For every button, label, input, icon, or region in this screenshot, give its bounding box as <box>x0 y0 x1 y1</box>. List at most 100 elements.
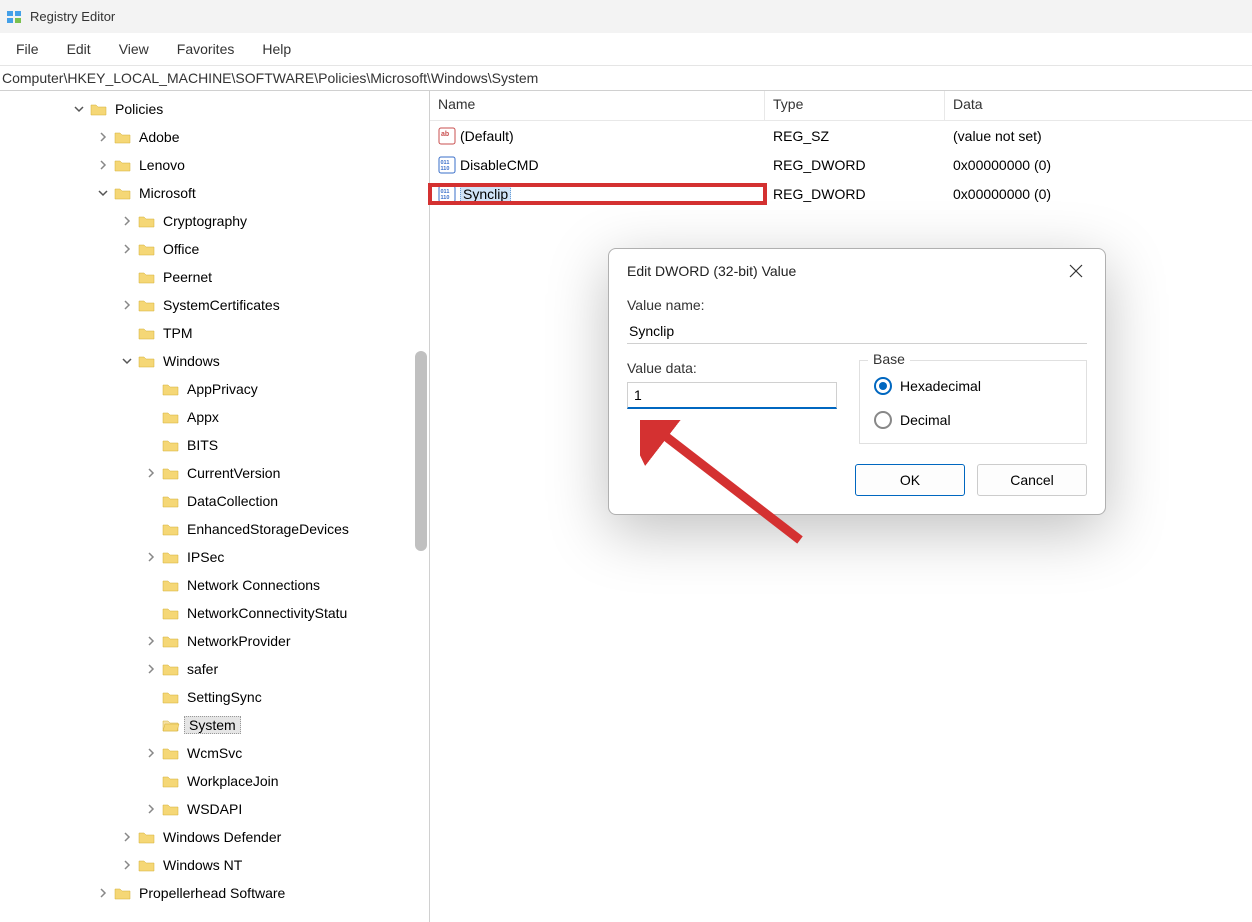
folder-icon <box>138 326 156 340</box>
value-data-field[interactable] <box>627 382 837 409</box>
tree-label: Appx <box>184 408 222 426</box>
tree-item-bits[interactable]: BITS <box>0 431 429 459</box>
tree-item-windows-nt[interactable]: Windows NT <box>0 851 429 879</box>
tree-item-windows-defender[interactable]: Windows Defender <box>0 823 429 851</box>
tree-item-lenovo[interactable]: Lenovo <box>0 151 429 179</box>
tree-item-appx[interactable]: Appx <box>0 403 429 431</box>
tree-label: NetworkProvider <box>184 632 293 650</box>
tree-item-networkprovider[interactable]: NetworkProvider <box>0 627 429 655</box>
chevron-right-icon[interactable] <box>144 550 158 564</box>
chevron-right-icon[interactable] <box>120 242 134 256</box>
tree-label: WcmSvc <box>184 744 245 762</box>
tree-label: CurrentVersion <box>184 464 283 482</box>
folder-icon <box>114 886 132 900</box>
value-data-cell: 0x00000000 (0) <box>945 186 1252 202</box>
value-name-cell: (Default) <box>430 127 765 145</box>
folder-icon <box>162 746 180 760</box>
dialog-close-button[interactable] <box>1065 260 1087 282</box>
tree-item-propellerhead-software[interactable]: Propellerhead Software <box>0 879 429 907</box>
tree-item-wsdapi[interactable]: WSDAPI <box>0 795 429 823</box>
chevron-down-icon[interactable] <box>96 186 110 200</box>
tree-item-windows[interactable]: Windows <box>0 347 429 375</box>
chevron-right-icon[interactable] <box>144 634 158 648</box>
chevron-right-icon[interactable] <box>120 298 134 312</box>
menu-help[interactable]: Help <box>248 41 305 57</box>
folder-icon <box>138 830 156 844</box>
radio-decimal[interactable]: Decimal <box>874 411 1072 429</box>
value-name-text: DisableCMD <box>460 157 539 173</box>
value-row[interactable]: (Default)REG_SZ(value not set) <box>430 121 1252 150</box>
tree-item-peernet[interactable]: Peernet <box>0 263 429 291</box>
tree-label: SystemCertificates <box>160 296 283 314</box>
tree-label: Microsoft <box>136 184 199 202</box>
value-row[interactable]: SynclipREG_DWORD0x00000000 (0) <box>430 179 1252 208</box>
chevron-right-icon[interactable] <box>96 886 110 900</box>
edit-dword-dialog: Edit DWORD (32-bit) Value Value name: Va… <box>608 248 1106 515</box>
menu-file[interactable]: File <box>2 41 53 57</box>
tree-item-safer[interactable]: safer <box>0 655 429 683</box>
folder-icon <box>114 130 132 144</box>
folder-icon <box>138 214 156 228</box>
ok-button[interactable]: OK <box>855 464 965 496</box>
tree-item-cryptography[interactable]: Cryptography <box>0 207 429 235</box>
tree-item-currentversion[interactable]: CurrentVersion <box>0 459 429 487</box>
chevron-down-icon[interactable] <box>72 102 86 116</box>
col-header-data[interactable]: Data <box>945 91 1252 120</box>
chevron-right-icon[interactable] <box>144 746 158 760</box>
value-name-field[interactable] <box>627 319 1087 344</box>
tree-label: safer <box>184 660 221 678</box>
tree-label: NetworkConnectivityStatu <box>184 604 350 622</box>
folder-icon <box>138 354 156 368</box>
radio-hexadecimal[interactable]: Hexadecimal <box>874 377 1072 395</box>
value-row[interactable]: DisableCMDREG_DWORD0x00000000 (0) <box>430 150 1252 179</box>
address-bar[interactable]: Computer\HKEY_LOCAL_MACHINE\SOFTWARE\Pol… <box>0 66 1252 91</box>
tree-item-microsoft[interactable]: Microsoft <box>0 179 429 207</box>
tree-item-adobe[interactable]: Adobe <box>0 123 429 151</box>
tree-item-network-connections[interactable]: Network Connections <box>0 571 429 599</box>
app-title: Registry Editor <box>30 9 115 24</box>
values-header: Name Type Data <box>430 91 1252 121</box>
menu-favorites[interactable]: Favorites <box>163 41 249 57</box>
chevron-right-icon[interactable] <box>144 466 158 480</box>
tree-item-wcmsvc[interactable]: WcmSvc <box>0 739 429 767</box>
tree-item-policies[interactable]: Policies <box>0 95 429 123</box>
folder-icon <box>162 662 180 676</box>
chevron-right-icon[interactable] <box>144 662 158 676</box>
title-bar: Registry Editor <box>0 0 1252 33</box>
tree-label: DataCollection <box>184 492 281 510</box>
menu-edit[interactable]: Edit <box>53 41 105 57</box>
chevron-right-icon[interactable] <box>96 158 110 172</box>
chevron-right-icon[interactable] <box>144 802 158 816</box>
chevron-down-icon[interactable] <box>120 354 134 368</box>
tree-item-datacollection[interactable]: DataCollection <box>0 487 429 515</box>
tree-item-ipsec[interactable]: IPSec <box>0 543 429 571</box>
value-name-text: (Default) <box>460 128 514 144</box>
reg-dword-icon <box>438 185 456 203</box>
chevron-right-icon[interactable] <box>120 214 134 228</box>
tree-item-networkconnectivitystatu[interactable]: NetworkConnectivityStatu <box>0 599 429 627</box>
menu-view[interactable]: View <box>105 41 163 57</box>
tree-item-office[interactable]: Office <box>0 235 429 263</box>
tree-label: WorkplaceJoin <box>184 772 282 790</box>
tree-label: Windows Defender <box>160 828 284 846</box>
value-name-text: Synclip <box>460 185 511 203</box>
col-header-type[interactable]: Type <box>765 91 945 120</box>
tree-item-workplacejoin[interactable]: WorkplaceJoin <box>0 767 429 795</box>
tree-item-settingsync[interactable]: SettingSync <box>0 683 429 711</box>
tree-label: Policies <box>112 100 166 118</box>
tree-item-enhancedstoragedevices[interactable]: EnhancedStorageDevices <box>0 515 429 543</box>
tree-item-tpm[interactable]: TPM <box>0 319 429 347</box>
tree-item-appprivacy[interactable]: AppPrivacy <box>0 375 429 403</box>
cancel-button[interactable]: Cancel <box>977 464 1087 496</box>
hex-label: Hexadecimal <box>900 378 981 394</box>
tree-label: Propellerhead Software <box>136 884 288 902</box>
folder-icon <box>162 466 180 480</box>
tree-scrollbar[interactable] <box>415 351 427 551</box>
chevron-right-icon[interactable] <box>96 130 110 144</box>
chevron-right-icon[interactable] <box>120 858 134 872</box>
tree-item-system[interactable]: System <box>0 711 429 739</box>
tree-item-systemcertificates[interactable]: SystemCertificates <box>0 291 429 319</box>
chevron-right-icon[interactable] <box>120 830 134 844</box>
col-header-name[interactable]: Name <box>430 91 765 120</box>
value-type-cell: REG_DWORD <box>765 157 945 173</box>
